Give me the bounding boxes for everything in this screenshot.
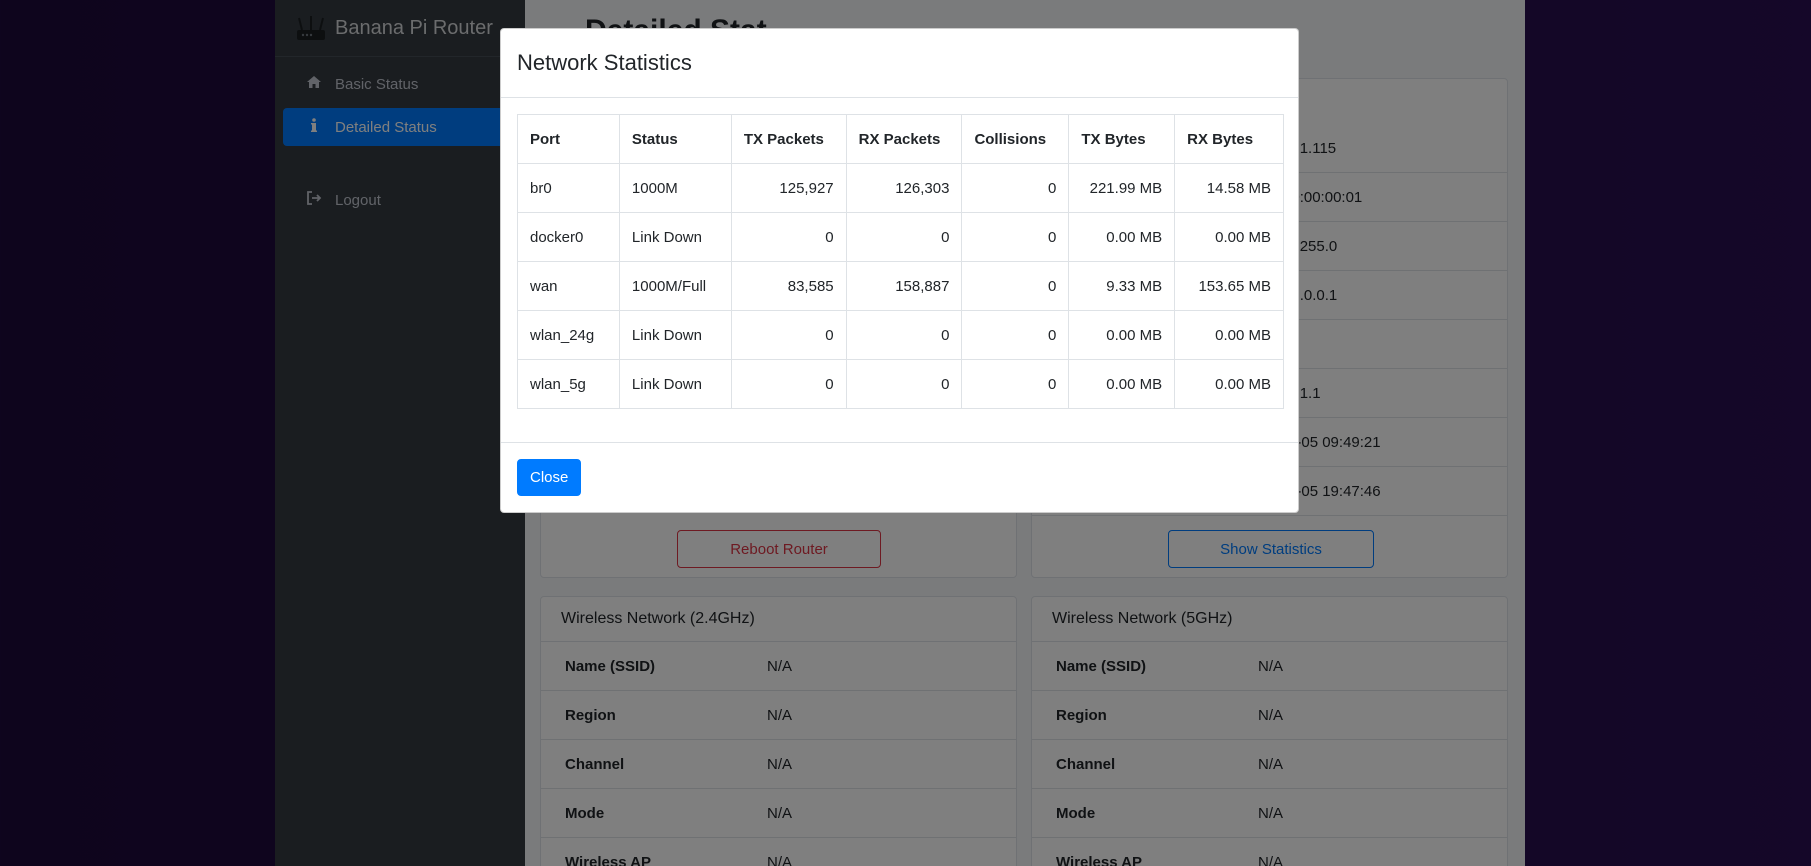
cell-rx-bytes: 14.58 MB — [1174, 163, 1284, 213]
cell-tx-packets: 83,585 — [730, 261, 847, 311]
cell-rx-bytes: 153.65 MB — [1174, 261, 1284, 311]
cell-tx-packets: 0 — [730, 212, 847, 262]
cell-rx-packets: 0 — [845, 310, 963, 360]
modal-body: Port Status TX Packets RX Packets Collis… — [501, 98, 1298, 425]
cell-port: wlan_5g — [517, 359, 620, 409]
cell-collisions: 0 — [961, 359, 1070, 409]
cell-tx-packets: 0 — [730, 310, 847, 360]
close-button[interactable]: Close — [517, 459, 582, 496]
cell-status: Link Down — [618, 212, 732, 262]
cell-port: wan — [517, 261, 620, 311]
cell-port: br0 — [517, 163, 620, 213]
cell-status: 1000M — [618, 163, 732, 213]
cell-collisions: 0 — [961, 212, 1070, 262]
cell-rx-bytes: 0.00 MB — [1174, 212, 1284, 262]
cell-port: wlan_24g — [517, 310, 620, 360]
column-header: Status — [618, 114, 732, 164]
column-header: TX Packets — [730, 114, 847, 164]
statistics-table: Port Status TX Packets RX Packets Collis… — [517, 114, 1284, 409]
cell-collisions: 0 — [961, 310, 1070, 360]
column-header: Collisions — [961, 114, 1070, 164]
cell-rx-packets: 0 — [845, 212, 963, 262]
cell-status: Link Down — [618, 310, 732, 360]
cell-tx-bytes: 221.99 MB — [1068, 163, 1176, 213]
column-header: Port — [517, 114, 620, 164]
cell-rx-packets: 126,303 — [845, 163, 963, 213]
modal-title: Network Statistics — [517, 50, 692, 75]
modal-header: Network Statistics — [501, 29, 1298, 98]
cell-tx-packets: 125,927 — [730, 163, 847, 213]
table-row: br0 1000M 125,927 126,303 0 221.99 MB 14… — [517, 163, 1284, 213]
table-row: wlan_5g Link Down 0 0 0 0.00 MB 0.00 MB — [517, 359, 1284, 409]
modal-footer: Close — [501, 442, 1298, 512]
cell-tx-bytes: 0.00 MB — [1068, 212, 1176, 262]
table-row: wan 1000M/Full 83,585 158,887 0 9.33 MB … — [517, 261, 1284, 311]
cell-port: docker0 — [517, 212, 620, 262]
column-header: RX Packets — [845, 114, 963, 164]
cell-tx-bytes: 0.00 MB — [1068, 310, 1176, 360]
cell-rx-bytes: 0.00 MB — [1174, 310, 1284, 360]
cell-status: 1000M/Full — [618, 261, 732, 311]
cell-tx-bytes: 9.33 MB — [1068, 261, 1176, 311]
cell-rx-packets: 0 — [845, 359, 963, 409]
table-header-row: Port Status TX Packets RX Packets Collis… — [517, 114, 1284, 164]
table-row: wlan_24g Link Down 0 0 0 0.00 MB 0.00 MB — [517, 310, 1284, 360]
cell-rx-packets: 158,887 — [845, 261, 963, 311]
cell-tx-packets: 0 — [730, 359, 847, 409]
column-header: TX Bytes — [1068, 114, 1176, 164]
column-header: RX Bytes — [1174, 114, 1284, 164]
cell-status: Link Down — [618, 359, 732, 409]
cell-collisions: 0 — [961, 261, 1070, 311]
table-row: docker0 Link Down 0 0 0 0.00 MB 0.00 MB — [517, 212, 1284, 262]
cell-tx-bytes: 0.00 MB — [1068, 359, 1176, 409]
network-statistics-modal: Network Statistics Port Status TX Packet… — [500, 28, 1299, 513]
cell-collisions: 0 — [961, 163, 1070, 213]
cell-rx-bytes: 0.00 MB — [1174, 359, 1284, 409]
